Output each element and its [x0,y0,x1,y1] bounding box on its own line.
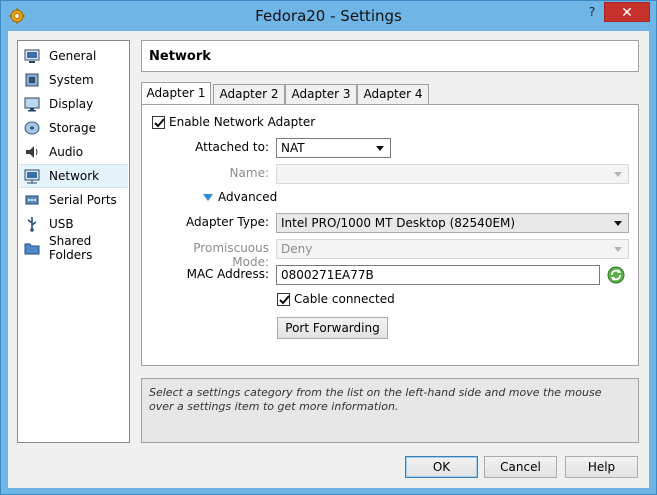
usb-icon [23,215,41,233]
info-text: Select a settings category from the list… [149,386,602,413]
network-icon [23,167,41,185]
promiscuous-mode-label: Promiscuous Mode: [193,241,269,269]
nav-item-label: System [49,73,94,87]
settings-window: Fedora20 - Settings ? ✕ General System D… [0,0,657,495]
nav-item-label: Display [49,97,94,111]
title-help-button[interactable]: ? [584,5,600,19]
tab-adapter-1[interactable]: Adapter 1 [141,82,211,104]
section-header: Network [141,40,639,72]
nav-item-label: Network [49,169,100,183]
nav-item-serial-ports[interactable]: Serial Ports [19,188,128,212]
nav-item-network[interactable]: Network [19,164,128,188]
chevron-down-icon [614,247,622,252]
advanced-toggle[interactable]: Advanced [218,190,277,204]
attached-to-select[interactable]: NAT [276,138,391,158]
chevron-down-icon [614,221,622,226]
enable-adapter-label[interactable]: Enable Network Adapter [169,115,315,129]
promiscuous-mode-value: Deny [281,242,313,256]
nav-item-general[interactable]: General [19,44,128,68]
nav-item-label: Storage [49,121,96,135]
chevron-down-icon [376,146,384,151]
client-area: General System Display Storage Audio Net… [8,31,649,488]
attached-to-value: NAT [281,141,305,155]
info-box: Select a settings category from the list… [141,378,639,443]
adapter-type-label: Adapter Type: [185,215,269,229]
adapter-panel: Enable Network Adapter Attached to: NAT … [141,104,639,366]
title-bar: Fedora20 - Settings ? ✕ [1,1,656,31]
nav-item-system[interactable]: System [19,68,128,92]
expand-triangle-icon[interactable] [203,192,213,202]
serial-ports-icon [23,191,41,209]
promiscuous-mode-select[interactable]: Deny [276,239,629,259]
general-icon [23,47,41,65]
nav-item-label: Audio [49,145,84,159]
nav-item-audio[interactable]: Audio [19,140,128,164]
audio-icon [23,143,41,161]
nav-item-label: Shared Folders [49,234,93,262]
shared-folders-icon [23,239,41,257]
nav-item-label: Serial Ports [49,193,117,207]
nav-item-label: General [49,49,97,63]
window-title: Fedora20 - Settings [255,7,402,25]
mac-address-field[interactable]: 0800271EA77B [276,265,600,285]
cancel-button[interactable]: Cancel [484,456,557,478]
cable-connected-label[interactable]: Cable connected [294,292,395,306]
category-list[interactable]: General System Display Storage Audio Net… [17,40,130,443]
system-icon [23,71,41,89]
enable-adapter-checkbox[interactable] [152,116,165,129]
adapter-type-select[interactable]: Intel PRO/1000 MT Desktop (82540EM) [276,213,629,233]
tab-adapter-2[interactable]: Adapter 2 [213,84,285,104]
tab-adapter-3[interactable]: Adapter 3 [285,84,357,104]
nav-item-usb[interactable]: USB [19,212,128,236]
nav-item-shared-folders[interactable]: Shared Folders [19,234,128,262]
port-forwarding-button[interactable]: Port Forwarding [277,317,388,339]
close-button[interactable]: ✕ [604,2,650,22]
name-label: Name: [229,166,269,180]
cable-connected-checkbox[interactable] [277,293,290,306]
adapter-type-value: Intel PRO/1000 MT Desktop (82540EM) [281,216,516,230]
tab-adapter-4[interactable]: Adapter 4 [357,84,429,104]
checkmark-icon [279,295,290,305]
page-title: Network [149,49,211,64]
storage-icon [23,119,41,137]
refresh-mac-icon[interactable] [607,266,625,284]
nav-item-storage[interactable]: Storage [19,116,128,140]
checkmark-icon [154,118,165,128]
nav-item-display[interactable]: Display [19,92,128,116]
display-icon [23,95,41,113]
ok-button[interactable]: OK [405,456,478,478]
chevron-down-icon [614,172,622,177]
name-select[interactable] [276,164,629,184]
nav-item-label: USB [49,217,74,231]
mac-address-label: MAC Address: [186,267,269,281]
help-button[interactable]: Help [565,456,638,478]
attached-to-label: Attached to: [195,140,269,154]
